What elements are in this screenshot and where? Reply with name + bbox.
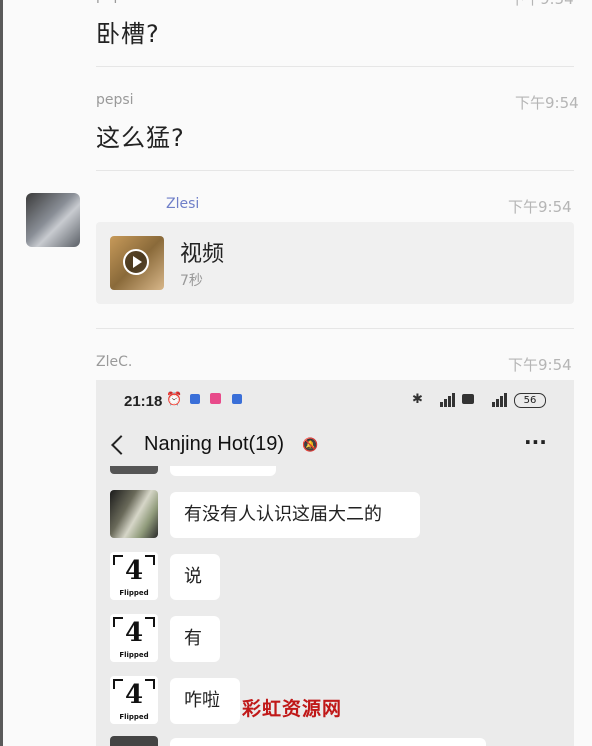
battery-icon: 56 xyxy=(514,393,546,408)
video-thumbnail xyxy=(110,236,164,290)
message-text[interactable]: 卧槽? xyxy=(96,14,160,49)
avatar xyxy=(110,736,158,746)
message-time: 下午9:54 xyxy=(510,0,574,9)
back-arrow-icon[interactable] xyxy=(111,435,131,455)
play-icon[interactable] xyxy=(123,249,149,275)
member-avatar[interactable]: 4 Flipped xyxy=(110,614,158,662)
app-notification-icon xyxy=(232,394,242,404)
phone-status-bar: 21:18 ⏰ ✱ 56 xyxy=(96,380,574,422)
message-time: 下午9:54 xyxy=(508,198,572,216)
hd-icon xyxy=(462,394,474,404)
window-left-edge xyxy=(0,0,3,746)
sender-name: pepsi xyxy=(96,92,134,108)
video-label: 视频 xyxy=(180,242,225,267)
video-message-card[interactable]: 视频 7秒 xyxy=(96,222,574,304)
app-notification-icon xyxy=(190,394,200,404)
chat-bubble xyxy=(170,466,276,476)
group-chat-header: Nanjing Hot(19) 🔕 ··· xyxy=(96,422,574,470)
chat-bubble xyxy=(170,738,486,746)
sender-name: ZleC. xyxy=(96,354,133,370)
group-title: Nanjing Hot(19) xyxy=(144,433,285,455)
chat-bubble[interactable]: 咋啦 xyxy=(170,678,240,724)
message-divider xyxy=(96,328,574,329)
app-notification-icon xyxy=(210,393,221,404)
chat-bubble[interactable]: 有没有人认识这届大二的 xyxy=(170,492,420,538)
watermark-text: 彩虹资源网 xyxy=(242,698,343,720)
mute-bell-icon: 🔕 xyxy=(302,438,319,453)
member-avatar[interactable]: 4 Flipped xyxy=(110,552,158,600)
signal-icon xyxy=(430,392,456,407)
shared-screenshot-image[interactable]: 21:18 ⏰ ✱ 56 Nanjing Hot(19) 🔕 ··· 有没有人认… xyxy=(96,380,574,746)
status-time: 21:18 xyxy=(124,393,163,410)
avatar xyxy=(110,466,158,474)
sender-name: Zlesi xyxy=(166,196,200,212)
message-time: 下午9:54 xyxy=(508,356,572,374)
message-time: 下午9:54 xyxy=(515,94,579,112)
signal-icon xyxy=(482,392,508,407)
alarm-icon: ⏰ xyxy=(166,392,183,407)
message-divider xyxy=(96,170,574,171)
message-divider xyxy=(96,66,574,67)
chat-bubble[interactable]: 有 xyxy=(170,616,220,662)
chat-bubble[interactable]: 说 xyxy=(170,554,220,600)
member-avatar[interactable]: 4 Flipped xyxy=(110,676,158,724)
video-duration: 7秒 xyxy=(180,273,203,289)
member-avatar[interactable] xyxy=(110,490,158,538)
sender-name: pepsi xyxy=(96,0,134,4)
sender-avatar[interactable] xyxy=(26,193,80,247)
bluetooth-icon: ✱ xyxy=(412,392,423,407)
message-text[interactable]: 这么猛? xyxy=(96,118,185,153)
more-options-icon[interactable]: ··· xyxy=(524,430,547,454)
